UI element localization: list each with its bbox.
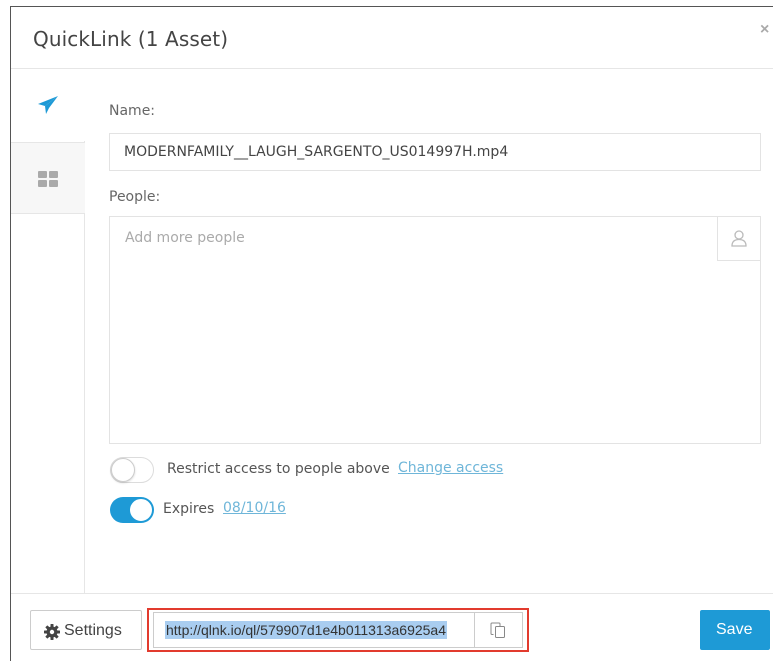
add-person-button[interactable] [717,217,760,261]
paper-plane-icon [38,96,58,114]
expires-date-link[interactable]: 08/10/16 [223,500,286,516]
toggle-knob [129,498,153,522]
name-label: Name: [109,103,156,119]
people-label: People: [109,189,161,205]
save-button[interactable]: Save [700,610,770,650]
quicklink-url[interactable]: http://qlnk.io/ql/579907d1e4b011313a6925… [165,621,447,639]
modal-footer: Settings http://qlnk.io/ql/579907d1e4b01… [11,593,773,661]
save-label: Save [716,621,753,638]
expires-toggle[interactable] [110,497,154,523]
people-input[interactable]: Add more people [109,216,761,444]
gear-icon [44,624,60,640]
grid-icon [38,171,58,187]
quicklink-modal: QuickLink (1 Asset) × Name: MODERNFAMILY… [10,6,773,661]
toggle-knob [111,458,135,482]
tab-quicklink[interactable] [11,69,85,141]
change-access-link[interactable]: Change access [398,460,503,476]
modal-title: QuickLink (1 Asset) [33,27,229,51]
restrict-access-label: Restrict access to people above [167,461,390,477]
side-nav [11,69,85,593]
settings-button[interactable]: Settings [30,610,142,650]
people-placeholder: Add more people [125,230,245,246]
close-icon[interactable]: × [760,21,773,41]
restrict-access-toggle[interactable] [110,457,154,483]
copy-url-button[interactable] [475,612,523,648]
name-field[interactable]: MODERNFAMILY__LAUGH_SARGENTO_US014997H.m… [109,133,761,171]
tab-assets[interactable] [11,142,85,214]
person-icon [731,230,747,247]
quicklink-url-field[interactable]: http://qlnk.io/ql/579907d1e4b011313a6925… [153,612,475,648]
modal-header: QuickLink (1 Asset) × [11,7,773,69]
settings-label: Settings [64,622,122,639]
expires-label: Expires [163,501,215,517]
copy-icon [490,622,505,638]
